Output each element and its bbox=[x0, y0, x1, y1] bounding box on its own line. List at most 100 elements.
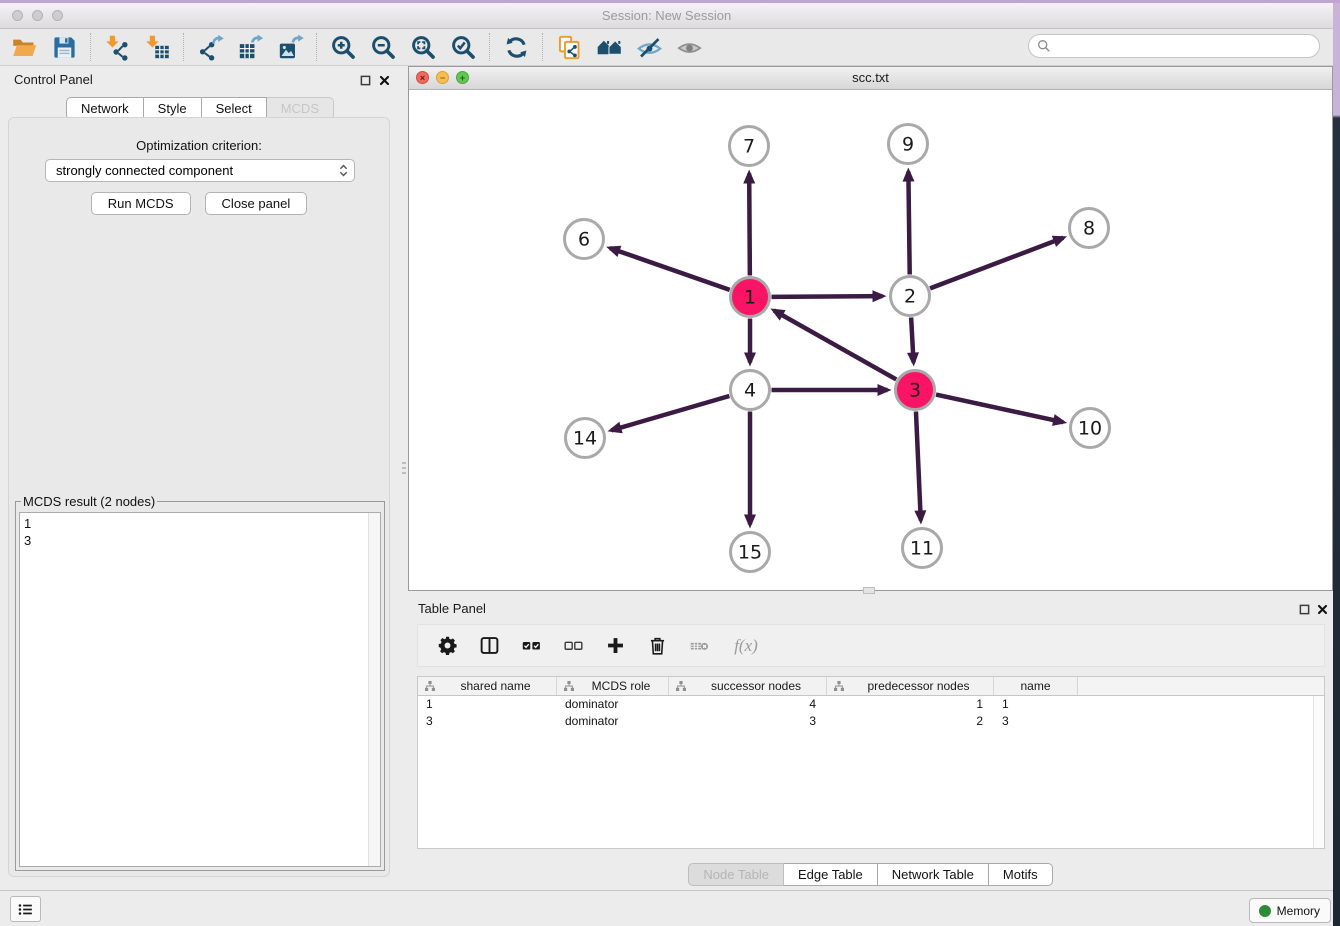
import-network-button[interactable] bbox=[97, 31, 137, 63]
column-header-shared-name[interactable]: shared name bbox=[418, 677, 557, 695]
tab-network-table[interactable]: Network Table bbox=[878, 863, 989, 886]
graph-node-15[interactable]: 15 bbox=[731, 533, 770, 572]
network-graph[interactable]: 1 2 3 4 6 7 8 9 10 11 14 15 bbox=[409, 89, 1332, 590]
graph-edge-3-10[interactable] bbox=[936, 395, 1063, 423]
column-header-mcds-role[interactable]: MCDS role bbox=[557, 677, 669, 695]
trash-icon bbox=[647, 635, 668, 656]
stepper-icon bbox=[339, 163, 348, 178]
graph-edge-1-6[interactable] bbox=[610, 248, 730, 290]
graph-edge-3-1[interactable] bbox=[774, 311, 896, 380]
search-icon bbox=[1037, 39, 1051, 53]
fit-content-button[interactable] bbox=[403, 31, 443, 63]
open-session-home-button[interactable] bbox=[589, 31, 629, 63]
graph-edge-2-3[interactable] bbox=[911, 317, 913, 362]
column-header-successor-nodes[interactable]: successor nodes bbox=[669, 677, 827, 695]
toolbar-separator bbox=[316, 33, 317, 61]
vertical-splitter[interactable] bbox=[401, 458, 407, 478]
hide-panels-button[interactable] bbox=[629, 31, 669, 63]
table-scrollbar[interactable] bbox=[1313, 696, 1324, 848]
table-row[interactable]: 1dominator411 bbox=[418, 696, 1324, 713]
cell-predecessor-nodes[interactable]: 1 bbox=[827, 696, 994, 713]
import-table-button[interactable] bbox=[137, 31, 177, 63]
zoom-in-button[interactable] bbox=[323, 31, 363, 63]
result-scrollbar[interactable] bbox=[368, 513, 380, 866]
run-mcds-button[interactable]: Run MCDS bbox=[91, 192, 191, 215]
search-input[interactable] bbox=[1051, 36, 1319, 56]
cell-mcds-role[interactable]: dominator bbox=[557, 713, 669, 730]
select-all-button[interactable] bbox=[518, 633, 544, 659]
table-panel-float-button[interactable] bbox=[1297, 602, 1311, 616]
zoom-out-button[interactable] bbox=[363, 31, 403, 63]
cell-mcds-role[interactable]: dominator bbox=[557, 696, 669, 713]
task-history-button[interactable] bbox=[10, 896, 41, 922]
graph-node-11[interactable]: 11 bbox=[903, 529, 942, 568]
app-titlebar: Session: New Session bbox=[0, 3, 1333, 29]
graph-node-3[interactable]: 3 bbox=[896, 371, 935, 410]
search-box[interactable] bbox=[1028, 34, 1320, 58]
apply-layout-button[interactable] bbox=[496, 31, 536, 63]
cell-predecessor-nodes[interactable]: 2 bbox=[827, 713, 994, 730]
cell-shared-name[interactable]: 3 bbox=[418, 713, 557, 730]
column-header-predecessor-nodes[interactable]: predecessor nodes bbox=[827, 677, 994, 695]
graph-node-1[interactable]: 1 bbox=[731, 278, 770, 317]
column-header-name[interactable]: name bbox=[994, 677, 1078, 695]
export-table-button[interactable] bbox=[230, 31, 270, 63]
app-title: Session: New Session bbox=[0, 8, 1333, 23]
cell-shared-name[interactable]: 1 bbox=[418, 696, 557, 713]
graph-edge-3-11[interactable] bbox=[916, 411, 921, 520]
duplicate-network-button[interactable] bbox=[549, 31, 589, 63]
table-settings-button[interactable] bbox=[434, 633, 460, 659]
add-column-button[interactable] bbox=[602, 633, 628, 659]
export-table-icon bbox=[237, 34, 264, 61]
show-panels-button[interactable] bbox=[669, 31, 709, 63]
graph-node-4[interactable]: 4 bbox=[731, 371, 770, 410]
graph-node-9[interactable]: 9 bbox=[889, 125, 928, 164]
graph-node-2[interactable]: 2 bbox=[891, 277, 930, 316]
column-label: name bbox=[998, 679, 1073, 693]
optimization-criterion-select[interactable]: strongly connected component bbox=[45, 159, 355, 182]
open-session-button[interactable] bbox=[4, 31, 44, 63]
table-row[interactable]: 3dominator323 bbox=[418, 713, 1324, 730]
control-panel-float-button[interactable] bbox=[358, 73, 372, 87]
graph-node-10[interactable]: 10 bbox=[1071, 409, 1110, 448]
graph-edge-2-8[interactable] bbox=[930, 238, 1063, 289]
save-session-button[interactable] bbox=[44, 31, 84, 63]
tab-node-table[interactable]: Node Table bbox=[688, 863, 784, 886]
tab-motifs[interactable]: Motifs bbox=[989, 863, 1053, 886]
toolbar-separator bbox=[542, 33, 543, 61]
network-view-window: ×−+ scc.txt 1 2 3 4 6 7 8 9 10 11 14 15 bbox=[408, 66, 1333, 591]
toggle-panes-button[interactable] bbox=[476, 633, 502, 659]
delete-selected-button[interactable] bbox=[644, 633, 670, 659]
svg-text:6: 6 bbox=[578, 229, 590, 251]
unselect-all-button[interactable] bbox=[560, 633, 586, 659]
toolbar-separator bbox=[183, 33, 184, 61]
control-panel-close-button[interactable] bbox=[377, 73, 391, 87]
zoom-selected-button[interactable] bbox=[443, 31, 483, 63]
network-view-titlebar[interactable]: ×−+ scc.txt bbox=[409, 67, 1332, 90]
tab-edge-table[interactable]: Edge Table bbox=[784, 863, 878, 886]
graph-node-14[interactable]: 14 bbox=[566, 419, 605, 458]
graph-node-8[interactable]: 8 bbox=[1070, 209, 1109, 248]
tree-icon bbox=[422, 681, 439, 691]
graph-edge-1-2[interactable] bbox=[771, 296, 882, 297]
close-panel-button[interactable]: Close panel bbox=[205, 192, 308, 215]
mcds-result-list[interactable]: 13 bbox=[19, 512, 381, 867]
table-panel-close-button[interactable] bbox=[1315, 602, 1329, 616]
network-canvas[interactable]: 1 2 3 4 6 7 8 9 10 11 14 15 bbox=[409, 89, 1332, 590]
graph-edge-1-7[interactable] bbox=[749, 173, 750, 275]
graph-node-6[interactable]: 6 bbox=[565, 220, 604, 259]
table-panel-title: Table Panel bbox=[418, 601, 486, 616]
memory-button[interactable]: Memory bbox=[1249, 898, 1331, 923]
export-network-button[interactable] bbox=[190, 31, 230, 63]
cell-name[interactable]: 3 bbox=[994, 713, 1078, 730]
graph-node-7[interactable]: 7 bbox=[730, 127, 769, 166]
delete-column-icon bbox=[689, 635, 710, 656]
graph-edge-4-14[interactable] bbox=[611, 396, 729, 430]
export-image-button[interactable] bbox=[270, 31, 310, 63]
graph-edge-2-9[interactable] bbox=[908, 171, 909, 274]
horizontal-splitter[interactable] bbox=[863, 587, 875, 594]
cell-successor-nodes[interactable]: 4 bbox=[669, 696, 827, 713]
svg-text:3: 3 bbox=[909, 380, 921, 402]
cell-successor-nodes[interactable]: 3 bbox=[669, 713, 827, 730]
cell-name[interactable]: 1 bbox=[994, 696, 1078, 713]
